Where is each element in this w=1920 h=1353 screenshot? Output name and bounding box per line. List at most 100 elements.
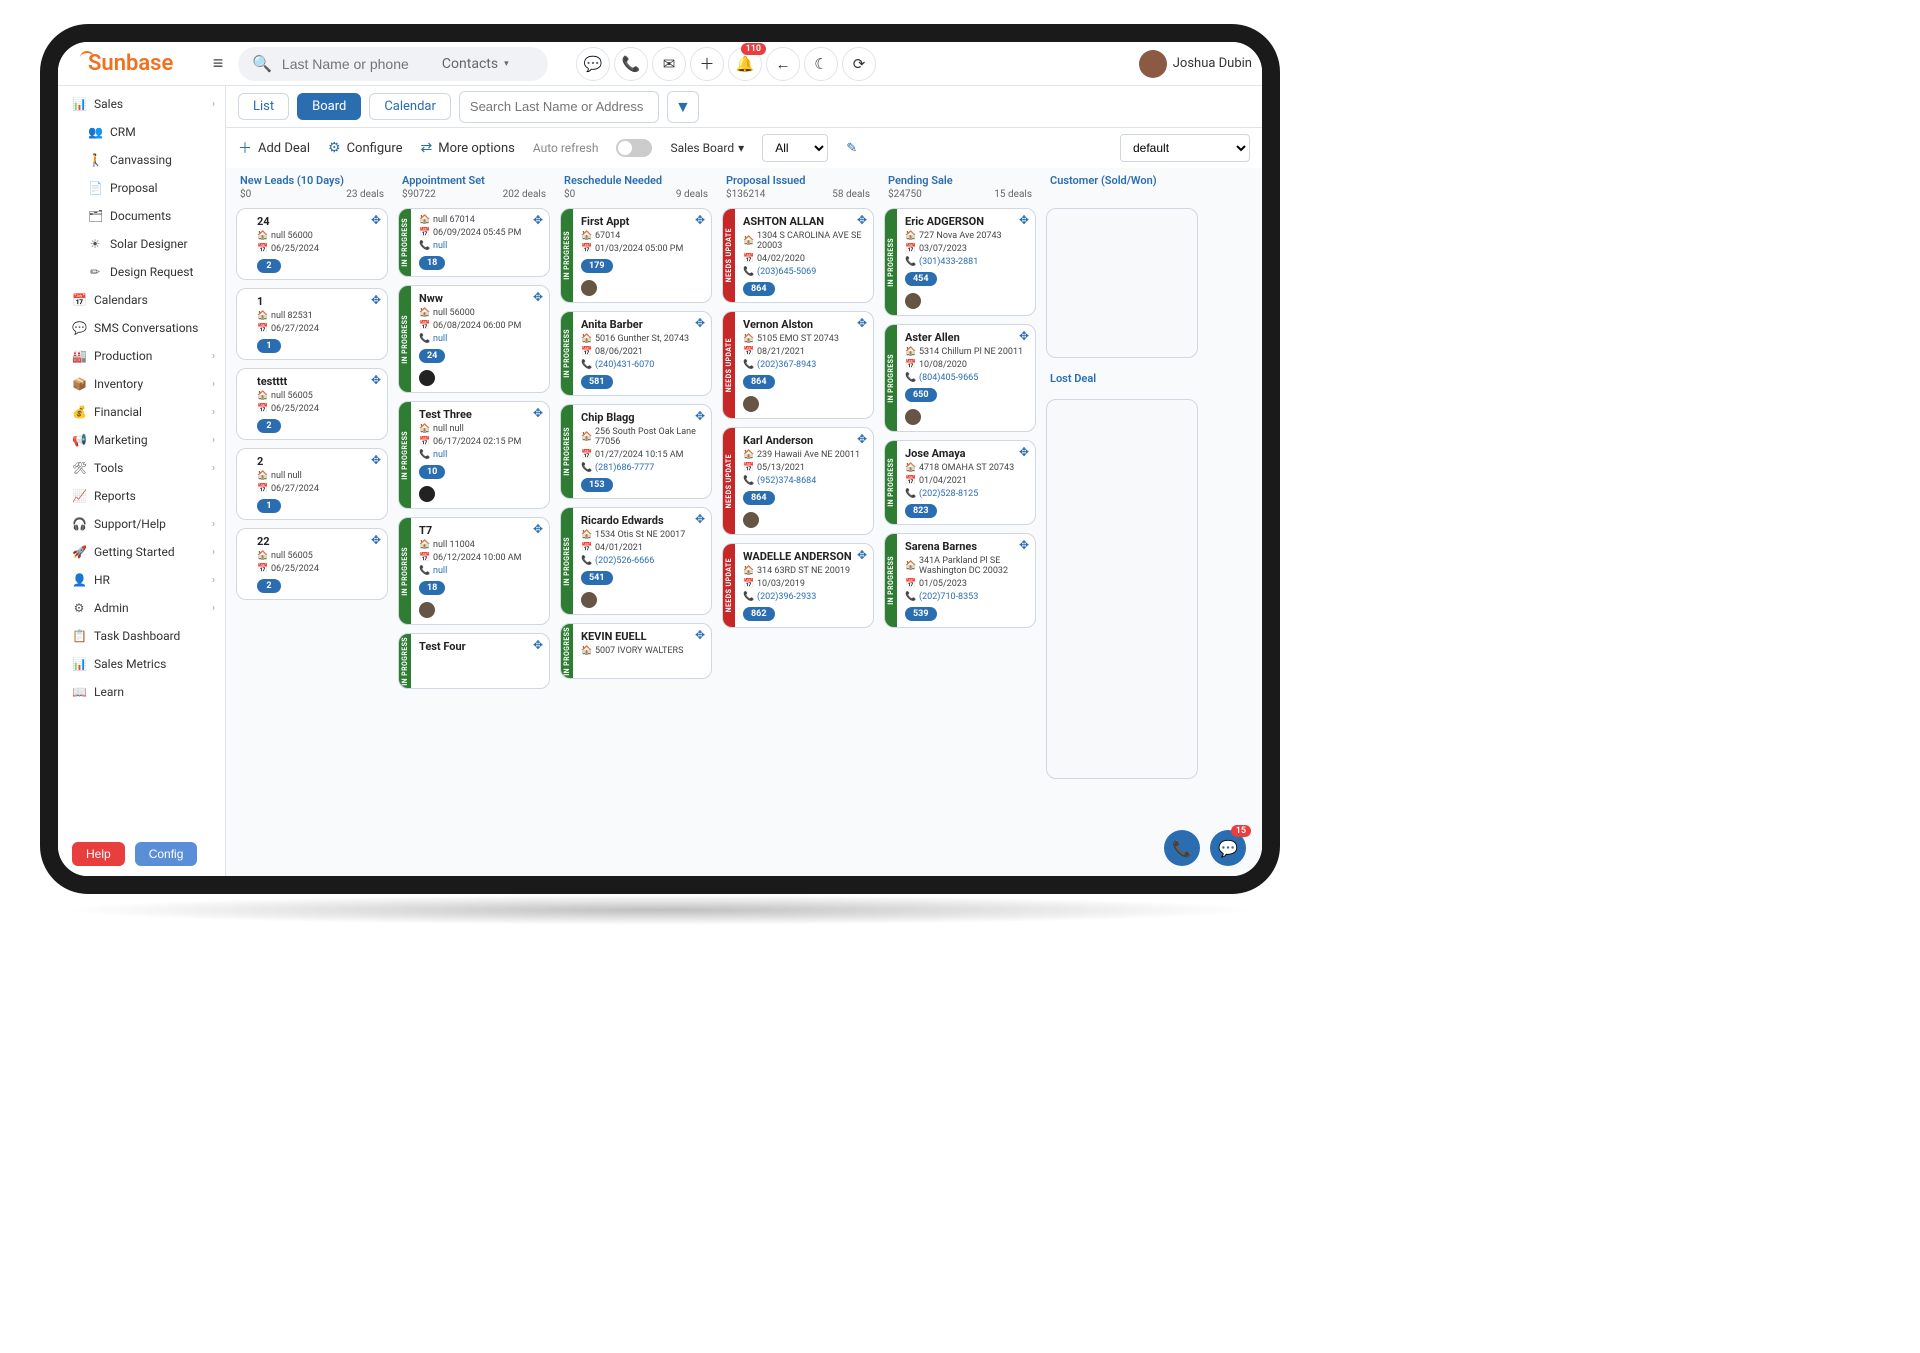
search-input[interactable] xyxy=(282,56,432,72)
drag-icon[interactable]: ✥ xyxy=(371,453,381,467)
add-icon[interactable]: ＋ xyxy=(690,47,724,81)
drag-icon[interactable]: ✥ xyxy=(533,406,543,420)
deal-card[interactable]: IN PROGRESSNww🏠null 56000📅06/08/2024 06:… xyxy=(398,285,550,393)
menu-toggle[interactable]: ≡ xyxy=(206,52,230,76)
edit-icon[interactable]: ✎ xyxy=(846,141,857,156)
deal-card[interactable]: IN PROGRESSKEVIN EUELL🏠5007 IVORY WALTER… xyxy=(560,623,712,679)
drag-icon[interactable]: ✥ xyxy=(857,213,867,227)
auto-refresh-label: Auto refresh xyxy=(533,141,599,155)
drag-icon[interactable]: ✥ xyxy=(695,628,705,642)
moon-icon[interactable]: ☾ xyxy=(804,47,838,81)
add-deal-button[interactable]: ＋Add Deal xyxy=(238,138,310,158)
back-icon[interactable]: ← xyxy=(766,47,800,81)
drag-icon[interactable]: ✥ xyxy=(1019,445,1029,459)
deal-card[interactable]: 24🏠null 56000📅06/25/20242✥ xyxy=(236,208,388,280)
nav-hr[interactable]: 👤HR› xyxy=(58,566,225,594)
column-header: New Leads (10 Days)$023 deals xyxy=(236,174,388,208)
nav-sms-conversations[interactable]: 💬SMS Conversations xyxy=(58,314,225,342)
nav-calendars[interactable]: 📅Calendars xyxy=(58,286,225,314)
drag-icon[interactable]: ✥ xyxy=(857,432,867,446)
deal-card[interactable]: 22🏠null 56005📅06/25/20242✥ xyxy=(236,528,388,600)
deal-card[interactable]: IN PROGRESSTest Three🏠null null📅06/17/20… xyxy=(398,401,550,509)
deal-card[interactable]: IN PROGRESSSarena Barnes🏠341A Parkland P… xyxy=(884,533,1036,628)
nav-sales-metrics[interactable]: 📊Sales Metrics xyxy=(58,650,225,678)
nav-crm[interactable]: 👥CRM xyxy=(58,118,225,146)
drag-icon[interactable]: ✥ xyxy=(695,213,705,227)
drag-icon[interactable]: ✥ xyxy=(371,213,381,227)
nav-admin[interactable]: ⚙Admin› xyxy=(58,594,225,622)
nav-documents[interactable]: 🗂Documents xyxy=(58,202,225,230)
view-calendar[interactable]: Calendar xyxy=(369,93,451,120)
view-list[interactable]: List xyxy=(238,93,289,120)
more-options-button[interactable]: ⇄More options xyxy=(421,140,515,156)
drag-icon[interactable]: ✥ xyxy=(695,512,705,526)
refresh-icon[interactable]: ⟳ xyxy=(842,47,876,81)
nav-marketing[interactable]: 📢Marketing› xyxy=(58,426,225,454)
drag-icon[interactable]: ✥ xyxy=(533,290,543,304)
drag-icon[interactable]: ✥ xyxy=(533,213,543,227)
filter-select[interactable]: All xyxy=(762,134,828,162)
nav-tools[interactable]: 🛠Tools› xyxy=(58,454,225,482)
board-search[interactable] xyxy=(459,91,659,123)
board-select[interactable]: Sales Board ▾ xyxy=(670,141,744,155)
drag-icon[interactable]: ✥ xyxy=(857,548,867,562)
deal-card[interactable]: IN PROGRESSJose Amaya🏠4718 OMAHA ST 2074… xyxy=(884,440,1036,525)
preset-select[interactable]: default xyxy=(1120,134,1250,162)
configure-button[interactable]: ⚙Configure xyxy=(328,140,402,156)
drag-icon[interactable]: ✥ xyxy=(371,293,381,307)
user-menu[interactable]: Joshua Dubin xyxy=(1139,50,1252,78)
drag-icon[interactable]: ✥ xyxy=(533,522,543,536)
drag-icon[interactable]: ✥ xyxy=(533,638,543,652)
drag-icon[interactable]: ✥ xyxy=(695,409,705,423)
nav-task-dashboard[interactable]: 📋Task Dashboard xyxy=(58,622,225,650)
filter-button[interactable]: ▼ xyxy=(667,91,699,123)
drag-icon[interactable]: ✥ xyxy=(695,316,705,330)
fab-phone[interactable]: 📞 xyxy=(1164,830,1200,866)
deal-card[interactable]: IN PROGRESSChip Blagg🏠256 South Post Oak… xyxy=(560,404,712,499)
nav-proposal[interactable]: 📄Proposal xyxy=(58,174,225,202)
deal-card[interactable]: NEEDS UPDATEWADELLE ANDERSON🏠314 63RD ST… xyxy=(722,543,874,628)
deal-card[interactable]: NEEDS UPDATEKarl Anderson🏠239 Hawaii Ave… xyxy=(722,427,874,535)
deal-card[interactable]: IN PROGRESSTest Four✥ xyxy=(398,633,550,689)
view-board[interactable]: Board xyxy=(297,93,361,120)
bell-icon[interactable]: 🔔110 xyxy=(728,47,762,81)
fab-chat[interactable]: 💬15 xyxy=(1210,830,1246,866)
nav-reports[interactable]: 📈Reports xyxy=(58,482,225,510)
deal-card[interactable]: IN PROGRESSRicardo Edwards🏠1534 Otis St … xyxy=(560,507,712,615)
nav-learn[interactable]: 📖Learn xyxy=(58,678,225,706)
config-button[interactable]: Config xyxy=(135,842,198,866)
nav-design-request[interactable]: ✏Design Request xyxy=(58,258,225,286)
deal-card[interactable]: IN PROGRESSFirst Appt🏠67014📅01/03/2024 0… xyxy=(560,208,712,303)
drag-icon[interactable]: ✥ xyxy=(857,316,867,330)
drag-icon[interactable]: ✥ xyxy=(371,373,381,387)
nav-financial[interactable]: 💰Financial› xyxy=(58,398,225,426)
nav-support-help[interactable]: 🎧Support/Help› xyxy=(58,510,225,538)
nav-inventory[interactable]: 📦Inventory› xyxy=(58,370,225,398)
deal-card[interactable]: IN PROGRESSEric ADGERSON🏠727 Nova Ave 20… xyxy=(884,208,1036,316)
deal-card[interactable]: testttt🏠null 56005📅06/25/20242✥ xyxy=(236,368,388,440)
chat-icon[interactable]: 💬 xyxy=(576,47,610,81)
global-search[interactable]: 🔍 Contacts ▾ xyxy=(238,47,548,81)
deal-card[interactable]: NEEDS UPDATEASHTON ALLAN🏠1304 S CAROLINA… xyxy=(722,208,874,303)
deal-card[interactable]: 2🏠null null📅06/27/20241✥ xyxy=(236,448,388,520)
nav-production[interactable]: 🏭Production› xyxy=(58,342,225,370)
deal-card[interactable]: IN PROGRESST7🏠null 11004📅06/12/2024 10:0… xyxy=(398,517,550,625)
nav-solar-designer[interactable]: ☀Solar Designer xyxy=(58,230,225,258)
mail-icon[interactable]: ✉ xyxy=(652,47,686,81)
auto-refresh-toggle[interactable] xyxy=(616,139,652,157)
phone-icon[interactable]: 📞 xyxy=(614,47,648,81)
deal-card[interactable]: NEEDS UPDATEVernon Alston🏠5105 EMO ST 20… xyxy=(722,311,874,419)
deal-card[interactable]: 1🏠null 82531📅06/27/20241✥ xyxy=(236,288,388,360)
search-type-select[interactable]: Contacts ▾ xyxy=(442,56,509,72)
nav-getting-started[interactable]: 🚀Getting Started› xyxy=(58,538,225,566)
help-button[interactable]: Help xyxy=(72,842,125,866)
nav-canvassing[interactable]: 🚶Canvassing xyxy=(58,146,225,174)
drag-icon[interactable]: ✥ xyxy=(371,533,381,547)
deal-card[interactable]: IN PROGRESSAnita Barber🏠5016 Gunther St,… xyxy=(560,311,712,396)
drag-icon[interactable]: ✥ xyxy=(1019,538,1029,552)
drag-icon[interactable]: ✥ xyxy=(1019,329,1029,343)
deal-card[interactable]: IN PROGRESS🏠null 67014📅06/09/2024 05:45 … xyxy=(398,208,550,277)
deal-card[interactable]: IN PROGRESSAster Allen🏠5314 Chillum Pl N… xyxy=(884,324,1036,432)
drag-icon[interactable]: ✥ xyxy=(1019,213,1029,227)
nav-sales[interactable]: 📊Sales› xyxy=(58,90,225,118)
